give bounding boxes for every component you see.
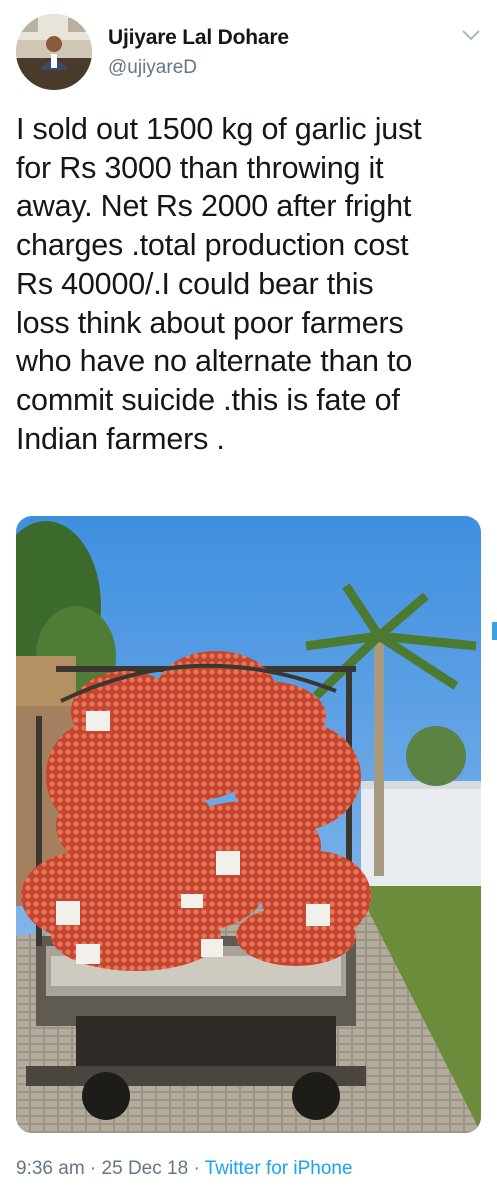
tweet-header: Ujiyare Lal Dohare @ujiyareD xyxy=(16,14,481,94)
tweet-date: 25 Dec 18 xyxy=(101,1158,189,1179)
separator: · xyxy=(188,1158,205,1179)
tweet-meta: 9:36 am · 25 Dec 18 · Twitter for iPhone xyxy=(16,1158,353,1180)
chevron-down-icon[interactable] xyxy=(461,28,481,42)
author-handle[interactable]: @ujiyareD xyxy=(108,57,197,79)
scroll-indicator xyxy=(492,622,497,640)
separator: · xyxy=(84,1158,102,1179)
tweet-text: I sold out 1500 kg of garlic just for Rs… xyxy=(16,112,422,456)
avatar[interactable] xyxy=(16,14,92,90)
tweet-time: 9:36 am xyxy=(16,1158,85,1179)
tweet-source-link[interactable]: Twitter for iPhone xyxy=(205,1158,353,1179)
tweet-photo[interactable] xyxy=(16,516,481,1133)
author-name[interactable]: Ujiyare Lal Dohare xyxy=(108,26,289,50)
